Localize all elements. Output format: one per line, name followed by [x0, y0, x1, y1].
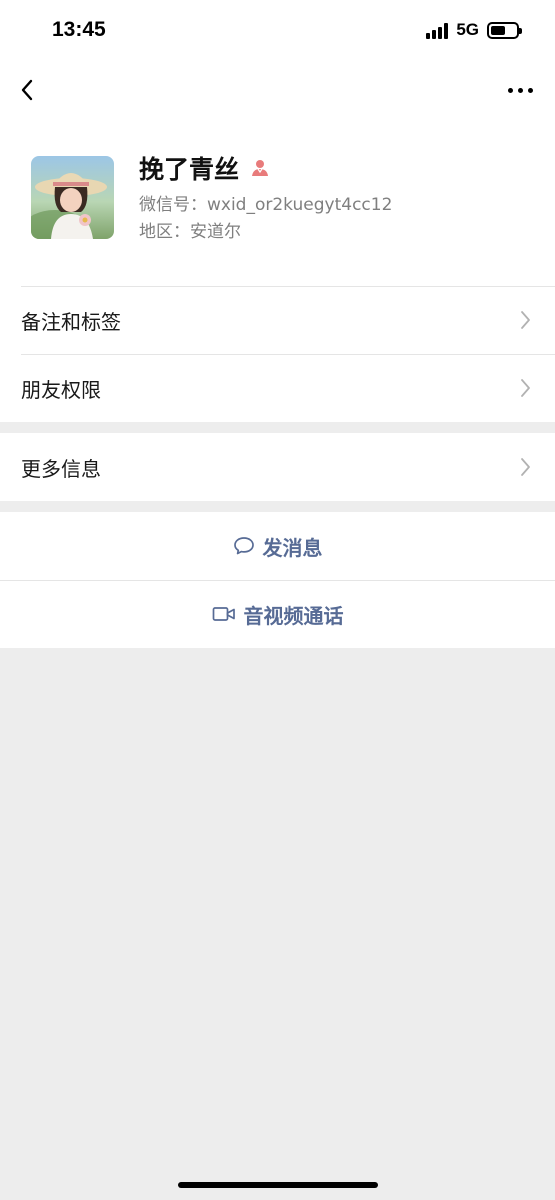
send-message-label: 发消息 [262, 535, 323, 560]
region: 地区：安道尔 [139, 222, 241, 242]
status-time: 13:45 [52, 18, 106, 41]
friend-permissions-item[interactable]: 朋友权限 [0, 354, 555, 422]
settings-group: 备注和标签 朋友权限 [0, 286, 555, 422]
video-camera-icon [212, 607, 235, 621]
actions-group: 发消息 音视频通话 [0, 512, 555, 648]
signal-icon [426, 21, 449, 39]
remark-tags-label: 备注和标签 [21, 309, 121, 334]
chevron-right-icon [521, 458, 530, 476]
status-indicators: 5G [426, 20, 522, 40]
chevron-right-icon [521, 379, 530, 397]
send-message-button[interactable]: 发消息 [0, 512, 555, 580]
remark-tags-item[interactable]: 备注和标签 [0, 286, 555, 354]
friend-permissions-label: 朋友权限 [21, 377, 101, 402]
more-info-item[interactable]: 更多信息 [0, 433, 555, 501]
divider [21, 286, 555, 287]
battery-icon [487, 21, 522, 39]
nickname-text: 挽了青丝 [139, 155, 240, 184]
divider [21, 354, 555, 355]
more-info-group: 更多信息 [0, 433, 555, 501]
status-bar: 13:45 5G [0, 0, 555, 64]
more-info-label: 更多信息 [21, 456, 101, 481]
divider [0, 580, 555, 581]
female-person-icon [252, 160, 269, 176]
chevron-right-icon [521, 311, 530, 329]
avatar[interactable] [31, 156, 114, 239]
nickname: 挽了青丝 [139, 150, 269, 186]
chevron-left-icon[interactable] [16, 76, 40, 104]
network-label: 5G [456, 20, 479, 39]
nav-bar [0, 64, 555, 116]
home-indicator[interactable] [178, 1182, 378, 1188]
ellipsis-icon[interactable] [508, 88, 533, 93]
profile-card: 挽了青丝 微信号：wxid_or2kuegyt4cc12 地区：安道尔 [0, 116, 555, 286]
video-call-label: 音视频通话 [243, 603, 344, 628]
chat-bubble-icon [233, 537, 254, 555]
video-call-button[interactable]: 音视频通话 [0, 580, 555, 648]
wechat-id: 微信号：wxid_or2kuegyt4cc12 [139, 195, 393, 215]
